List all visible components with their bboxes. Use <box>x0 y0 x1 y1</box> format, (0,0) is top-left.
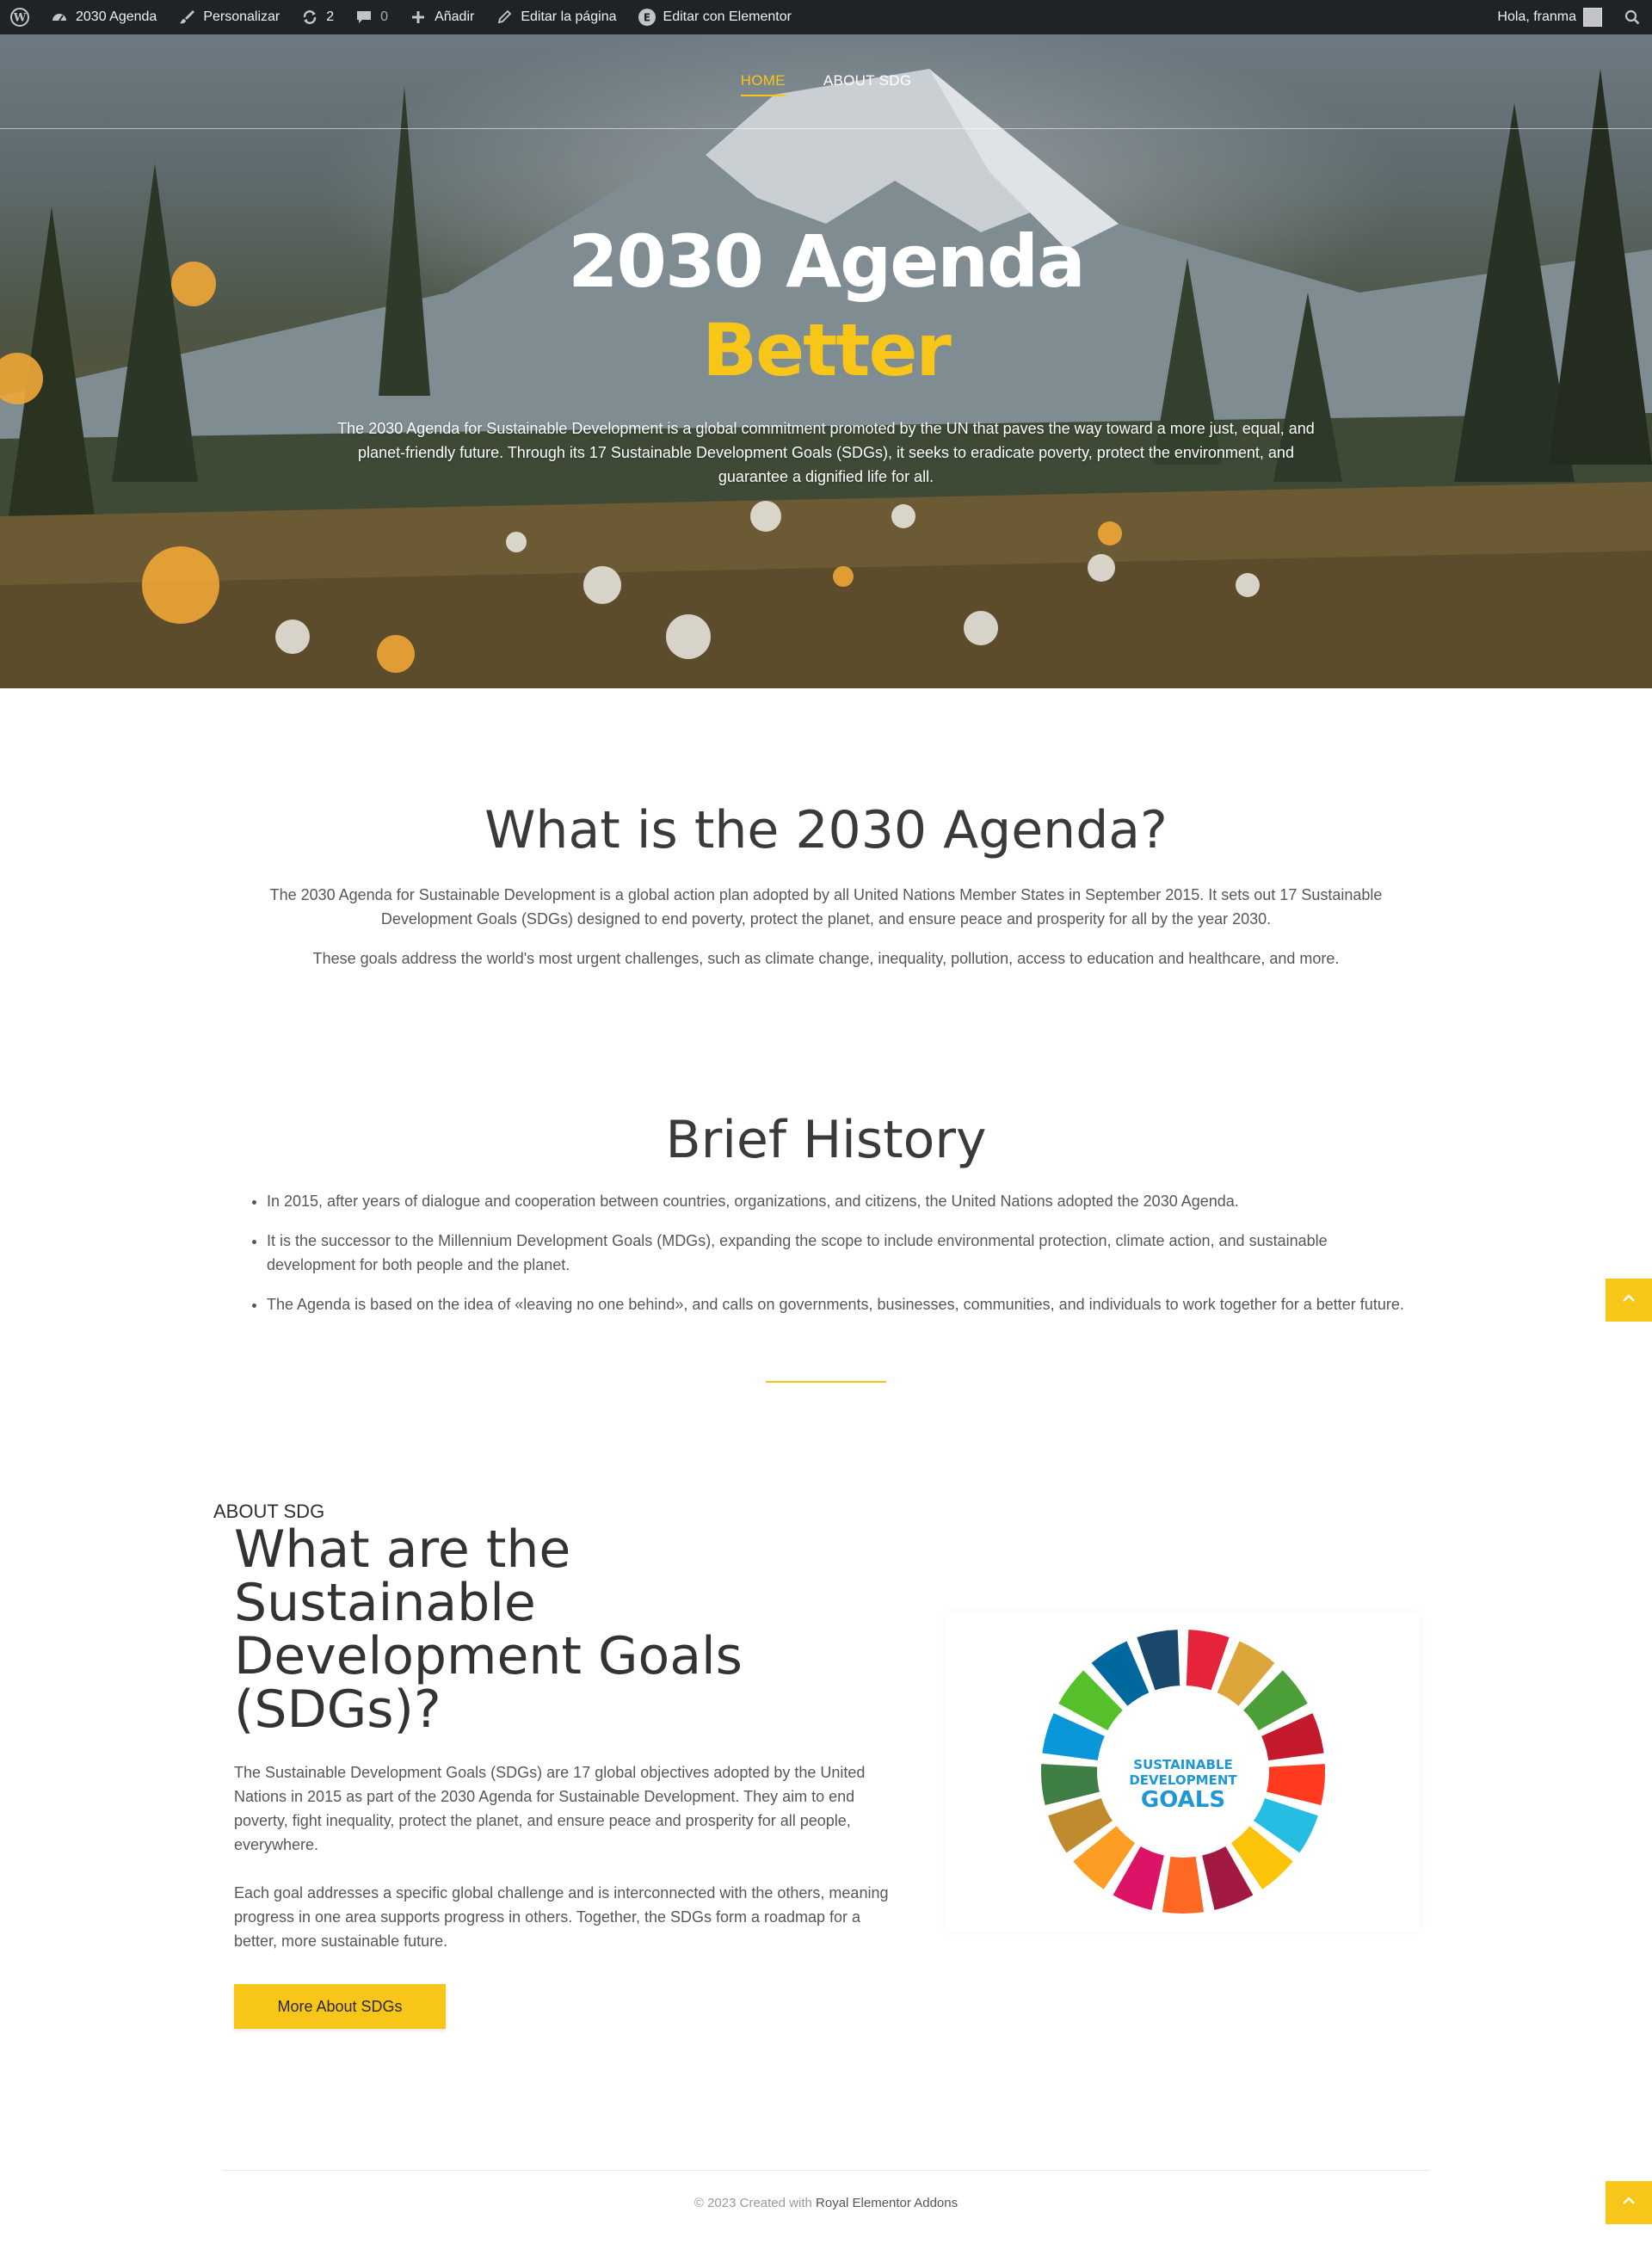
comments-link[interactable]: 0 <box>344 0 398 34</box>
comment-icon <box>354 8 373 27</box>
footer-brand-link[interactable]: Royal Elementor Addons <box>816 2196 958 2210</box>
sdg-wheel-logo: SUSTAINABLE DEVELOPMENT GOALS <box>1041 1630 1325 1914</box>
dashboard-icon <box>50 8 69 27</box>
about-paragraph-2: Each goal addresses a specific global ch… <box>234 1884 889 1950</box>
nav-about-sdg[interactable]: ABOUT SDG <box>823 72 912 95</box>
add-new-label: Añadir <box>435 9 475 24</box>
avatar <box>1583 8 1602 27</box>
about-sdg-title: What are the Sustainable Development Goa… <box>234 1519 743 1740</box>
edit-elementor-link[interactable]: E Editar con Elementor <box>627 0 802 34</box>
update-icon <box>300 8 319 27</box>
site-name-link[interactable]: 2030 Agenda <box>40 0 167 34</box>
what-is-paragraph-2: These goals address the world's most urg… <box>312 950 1340 967</box>
sdg-logo-text-2: DEVELOPMENT <box>1129 1772 1237 1788</box>
history-item: It is the successor to the Millennium De… <box>267 1229 1420 1277</box>
sdg-segment <box>1041 1764 1100 1806</box>
edit-page-label: Editar la página <box>521 9 617 24</box>
comments-count: 0 <box>380 9 389 24</box>
wordpress-logo-button[interactable]: W <box>0 0 40 34</box>
chevron-up-icon <box>1622 1292 1636 1308</box>
sdg-segment <box>1162 1856 1205 1914</box>
svg-text:W: W <box>13 12 27 25</box>
greeting-label: Hola, franma <box>1497 9 1576 24</box>
elementor-badge: E <box>643 12 650 24</box>
wordpress-icon: W <box>10 8 29 27</box>
pencil-icon <box>495 8 514 27</box>
updates-link[interactable]: 2 <box>290 0 344 34</box>
site-name-label: 2030 Agenda <box>76 9 157 24</box>
sdg-logo-text-3: GOALS <box>1141 1787 1225 1813</box>
edit-page-link[interactable]: Editar la página <box>484 0 626 34</box>
sdg-logo-card: SUSTAINABLE DEVELOPMENT GOALS <box>946 1612 1420 1931</box>
admin-search-button[interactable] <box>1612 0 1652 34</box>
history-item: In 2015, after years of dialogue and coo… <box>267 1189 1420 1213</box>
chevron-up-icon <box>1622 2195 1636 2210</box>
brush-icon <box>177 8 196 27</box>
history-list: In 2015, after years of dialogue and coo… <box>250 1189 1420 1332</box>
hero-section: HOME ABOUT SDG 2030 Agenda Better The 20… <box>0 34 1652 688</box>
footer-divider <box>222 2170 1430 2171</box>
scroll-top-button[interactable] <box>1606 2181 1652 2224</box>
scroll-top-button[interactable] <box>1606 1279 1652 1322</box>
elementor-icon: E <box>638 8 656 27</box>
section-divider <box>766 1381 886 1383</box>
add-new-link[interactable]: Añadir <box>398 0 484 34</box>
customize-label: Personalizar <box>203 9 280 24</box>
hero-title-line2: Better <box>702 308 952 392</box>
plus-icon <box>409 8 428 27</box>
sdg-logo-text-1: SUSTAINABLE <box>1133 1757 1232 1772</box>
nav-home[interactable]: HOME <box>740 72 786 96</box>
about-paragraph-1: The Sustainable Development Goals (SDGs)… <box>234 1764 866 1853</box>
hero-title-line1: 2030 Agenda <box>568 219 1086 304</box>
admin-bar: W 2030 Agenda Personalizar 2 0 Añadir Ed… <box>0 0 1652 34</box>
sdg-segment <box>1267 1764 1325 1806</box>
history-item: The Agenda is based on the idea of «leav… <box>267 1292 1420 1316</box>
footer-credit: © 2023 Created with Royal Elementor Addo… <box>0 2196 1652 2210</box>
main-navigation: HOME ABOUT SDG <box>0 34 1652 129</box>
customize-link[interactable]: Personalizar <box>167 0 290 34</box>
what-is-title: What is the 2030 Agenda? <box>484 800 1168 860</box>
what-is-paragraph-1: The 2030 Agenda for Sustainable Developm… <box>269 886 1383 928</box>
more-about-sdgs-button[interactable]: More About SDGs <box>234 1984 446 2029</box>
history-title: Brief History <box>665 1110 987 1170</box>
updates-count: 2 <box>326 9 335 24</box>
edit-elementor-label: Editar con Elementor <box>663 9 792 24</box>
search-icon <box>1623 8 1642 27</box>
account-menu[interactable]: Hola, franma <box>1487 0 1612 34</box>
hero-description: The 2030 Agenda for Sustainable Developm… <box>337 420 1315 485</box>
footer-prefix: © 2023 Created with <box>693 2196 817 2210</box>
